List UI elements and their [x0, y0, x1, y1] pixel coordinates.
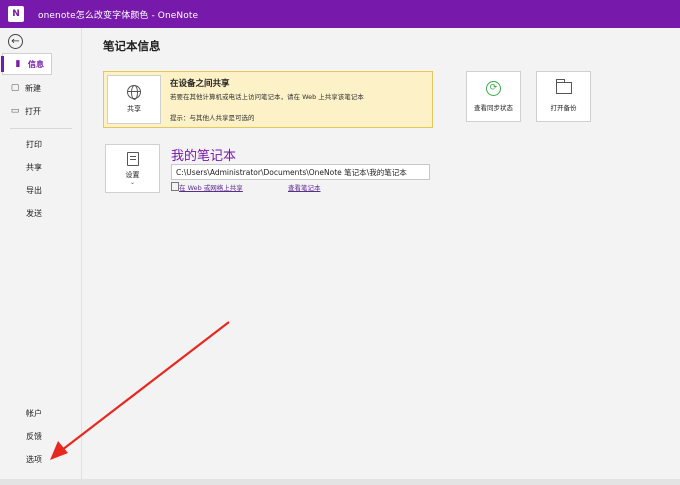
arrow-shaft — [61, 321, 230, 451]
arrow-head — [50, 441, 68, 460]
red-annotation-arrow — [50, 321, 230, 460]
